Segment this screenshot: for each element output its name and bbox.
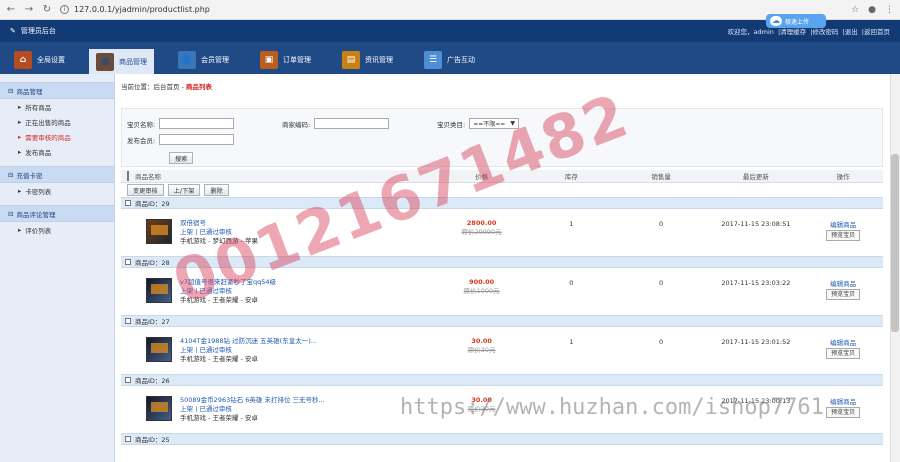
row-checkbox[interactable] [125,377,131,383]
merchant-code-input[interactable] [314,118,390,129]
select-all-checkbox[interactable] [126,171,129,181]
sidebar-item-publish-product[interactable]: ▸ 发布商品 [0,144,114,159]
product-name-link[interactable]: 50089金币2963钻石 6英雄 未打排位 三无号秒... [180,396,325,405]
collapse-icon: ⊟ [8,209,14,218]
url-watermark: https://www.huzhan.com/ishop7761 [400,395,824,420]
sidebar-item-needs-review[interactable]: ▸ 需要审核的商品 [0,129,114,144]
arrow-icon: ▸ [18,147,22,156]
reload-icon[interactable]: ↻ [42,4,52,15]
menu-icon[interactable]: ⋮ [885,5,894,15]
toggle-listing-button[interactable]: 上/下架 [167,184,201,196]
arrow-icon: ▸ [18,132,22,141]
pencil-icon: ✎ [10,27,16,35]
goods-icon: ▦ [96,52,114,71]
star-icon[interactable]: ☆ [851,5,859,15]
row-checkbox[interactable] [125,200,131,206]
breadcrumb: 当前位置：后台首页 - 商品列表 [121,83,212,91]
preview-button[interactable]: 预览宝贝 [826,289,861,300]
table-row: 商品ID：26 [121,374,883,386]
sidebar-item-review-list[interactable]: ▸ 评价列表 [0,222,114,237]
browser-toolbar: ← → ↻ i 127.0.0.1/yjadmin/productlist.php… [0,0,900,20]
arrow-icon: ▸ [18,225,22,234]
edit-product-link[interactable]: 编辑商品 [830,219,856,229]
clear-cache-link[interactable]: |清理缓存 [778,28,806,36]
arrow-icon: ▸ [18,102,22,111]
forward-icon[interactable]: → [24,4,34,15]
upload-button[interactable]: ☁ 极速上传 [766,14,826,28]
edit-product-link[interactable]: 编辑商品 [830,337,856,347]
search-button[interactable]: 搜索 [169,152,194,164]
cloud-icon: ☁ [770,16,782,26]
sidebar-item-on-sale[interactable]: ▸ 正在出售的商品 [0,114,114,129]
edit-product-link[interactable]: 编辑商品 [830,278,856,288]
arrow-icon: ▸ [18,117,22,126]
main-navigation: ⌂ 全局设置 ▦ 商品管理 👤 会员管理 ▣ 订单管理 ▤ 资讯管理 ☰ 广告互动 [0,42,900,74]
preview-button[interactable]: 预览宝贝 [826,407,861,418]
logout-link[interactable]: |退出 [843,28,858,36]
edit-product-link[interactable]: 编辑商品 [830,396,856,406]
profile-icon[interactable]: ● [868,5,876,15]
sidebar-section-recharge-cards[interactable]: ⊟ 充值卡密 [0,166,114,183]
left-sidebar: ⊟ 商品管理 ▸ 所有商品 ▸ 正在出售的商品 ▸ 需要审核的商品 ▸ 发布商品 ⊟ 充值卡… [0,74,115,462]
publisher-input[interactable] [159,134,235,145]
sidebar-section-products[interactable]: ⊟ 商品管理 [0,82,114,99]
product-thumbnail[interactable] [146,219,172,244]
row-checkbox[interactable] [125,259,131,265]
news-icon: ▤ [342,51,360,69]
preview-button[interactable]: 预览宝贝 [826,348,861,359]
product-thumbnail[interactable] [146,396,172,421]
nav-product-management[interactable]: ▦ 商品管理 [89,49,154,74]
row-checkbox[interactable] [125,436,131,442]
info-icon: i [60,5,69,14]
home-icon: ⌂ [14,51,32,69]
collapse-icon: ⊟ [8,86,14,95]
ad-icon: ☰ [424,51,442,69]
order-icon: ▣ [260,51,278,69]
return-home-link[interactable]: |返回首页 [862,28,890,36]
nav-member-management[interactable]: 👤 会员管理 [171,46,236,74]
nav-ad-interaction[interactable]: ☰ 广告互动 [417,46,482,74]
change-password-link[interactable]: |修改密码 [810,28,838,36]
vertical-scrollbar[interactable] [890,74,900,462]
product-thumbnail[interactable] [146,337,172,362]
nav-global-settings[interactable]: ⌂ 全局设置 [7,46,72,74]
member-icon: 👤 [178,51,196,69]
collapse-icon: ⊟ [8,170,14,179]
product-thumbnail[interactable] [146,278,172,303]
delete-button[interactable]: 删除 [204,184,229,196]
nav-news-management[interactable]: ▤ 资讯管理 [335,46,400,74]
address-bar[interactable]: i 127.0.0.1/yjadmin/productlist.php [60,3,843,17]
table-row: 商品ID：27 [121,315,883,327]
product-name-link[interactable]: 4104T金1988钻 过防沉迷 五英雄(东皇太一)... [180,337,317,346]
table-row: 商品ID：29 [121,197,883,209]
table-row: 商品ID：25 [121,433,883,445]
row-checkbox[interactable] [125,318,131,324]
sidebar-section-comments[interactable]: ⊟ 商品评论管理 [0,205,114,222]
product-row: 4104T金1988钻 过防沉迷 五英雄(东皇太一)... 上架 | 已通过审核手… [121,327,883,374]
back-icon[interactable]: ← [6,4,16,15]
nav-order-management[interactable]: ▣ 订单管理 [253,46,318,74]
product-name-input[interactable] [159,118,235,129]
scrollbar-thumb[interactable] [891,154,899,332]
preview-button[interactable]: 预览宝贝 [826,230,861,241]
sidebar-item-all-products[interactable]: ▸ 所有商品 [0,99,114,114]
arrow-icon: ▸ [18,186,22,195]
change-review-button[interactable]: 变更审核 [127,184,164,196]
admin-topbar: ✎ 管理员后台 欢迎您，admin |清理缓存 |修改密码 |退出 |返回首页 ☁… [0,14,900,42]
sidebar-item-card-list[interactable]: ▸ 卡密列表 [0,183,114,198]
